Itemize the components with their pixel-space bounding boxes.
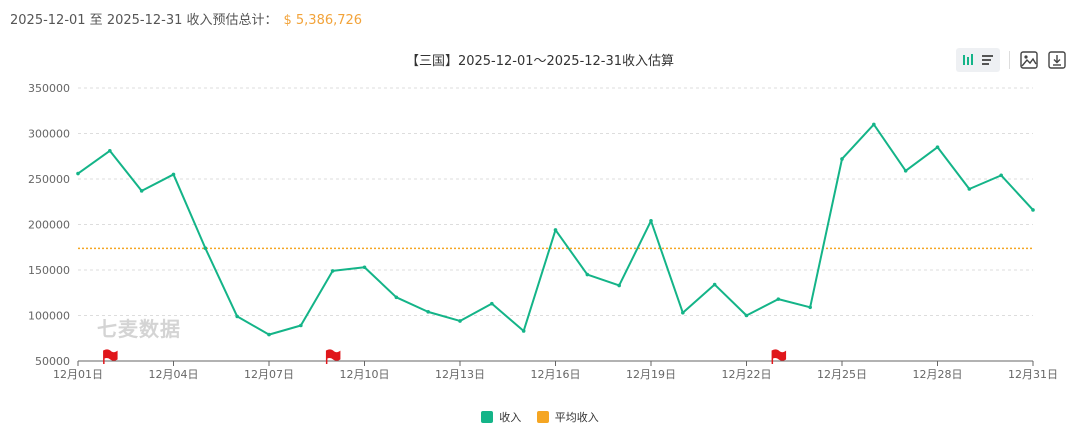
chart-legend: 收入 平均收入 bbox=[0, 409, 1080, 426]
revenue-point bbox=[776, 297, 781, 301]
revenue-point bbox=[426, 310, 430, 314]
x-tick-label: 12月31日 bbox=[1008, 368, 1058, 381]
revenue-point bbox=[744, 313, 749, 318]
revenue-point bbox=[903, 169, 908, 173]
legend-item-average[interactable]: 平均收入 bbox=[536, 409, 599, 425]
y-tick-label: 150000 bbox=[28, 264, 70, 277]
revenue-point bbox=[362, 265, 367, 270]
revenue-point bbox=[521, 329, 526, 333]
y-tick-label: 200000 bbox=[28, 219, 70, 232]
x-tick-label: 12月16日 bbox=[531, 368, 581, 381]
revenue-point bbox=[872, 122, 876, 127]
legend-item-revenue[interactable]: 收入 bbox=[481, 409, 521, 425]
y-tick-label: 350000 bbox=[28, 82, 70, 95]
x-tick-label: 12月22日 bbox=[722, 368, 772, 381]
revenue-point bbox=[935, 145, 940, 149]
flag-shape bbox=[325, 349, 341, 364]
revenue-point bbox=[394, 295, 399, 300]
revenue-point bbox=[330, 269, 335, 273]
y-tick-label: 50000 bbox=[35, 355, 70, 368]
legend-label-average: 平均收入 bbox=[554, 411, 599, 424]
revenue-point bbox=[267, 332, 271, 337]
revenue-point bbox=[458, 319, 462, 323]
legend-swatch-revenue bbox=[481, 411, 494, 423]
revenue-point bbox=[235, 314, 239, 319]
x-tick-label: 12月19日 bbox=[626, 368, 676, 381]
x-tick-label: 12月25日 bbox=[817, 368, 867, 381]
flag-icon[interactable] bbox=[103, 349, 118, 364]
revenue-point bbox=[1031, 208, 1035, 212]
x-tick-label: 12月01日 bbox=[53, 368, 103, 381]
flag-icon[interactable] bbox=[771, 349, 787, 364]
x-tick-label: 12月07日 bbox=[244, 368, 294, 381]
revenue-point bbox=[299, 323, 303, 328]
revenue-line-chart: 50000 100000 150000 200000 250000 300000 35000… bbox=[28, 82, 1058, 381]
y-tick-label: 250000 bbox=[28, 173, 70, 186]
revenue-point bbox=[649, 219, 653, 223]
y-tick-label: 100000 bbox=[28, 310, 70, 323]
legend-swatch-average bbox=[536, 411, 549, 423]
revenue-point bbox=[139, 189, 144, 193]
revenue-point bbox=[76, 171, 80, 176]
x-tick-label: 12月13日 bbox=[435, 368, 485, 381]
revenue-point bbox=[108, 148, 112, 153]
revenue-point bbox=[553, 228, 558, 232]
revenue-point bbox=[203, 246, 208, 250]
legend-label-revenue: 收入 bbox=[499, 411, 522, 424]
revenue-point bbox=[490, 301, 494, 306]
revenue-point bbox=[681, 310, 685, 315]
revenue-point bbox=[585, 272, 590, 277]
revenue-point bbox=[999, 173, 1003, 178]
revenue-point bbox=[617, 283, 621, 288]
revenue-point bbox=[712, 282, 717, 287]
revenue-point bbox=[171, 172, 176, 177]
flag-shape bbox=[771, 349, 787, 364]
x-tick-label: 12月04日 bbox=[149, 368, 199, 381]
x-tick-label: 12月10日 bbox=[340, 368, 390, 381]
y-tick-label: 300000 bbox=[28, 128, 70, 141]
flag-icon[interactable] bbox=[325, 349, 341, 364]
x-tick-label: 12月28日 bbox=[913, 368, 963, 381]
revenue-point bbox=[840, 157, 844, 161]
revenue-point bbox=[967, 187, 972, 191]
revenue-point bbox=[808, 305, 812, 310]
flag-shape bbox=[103, 349, 118, 364]
